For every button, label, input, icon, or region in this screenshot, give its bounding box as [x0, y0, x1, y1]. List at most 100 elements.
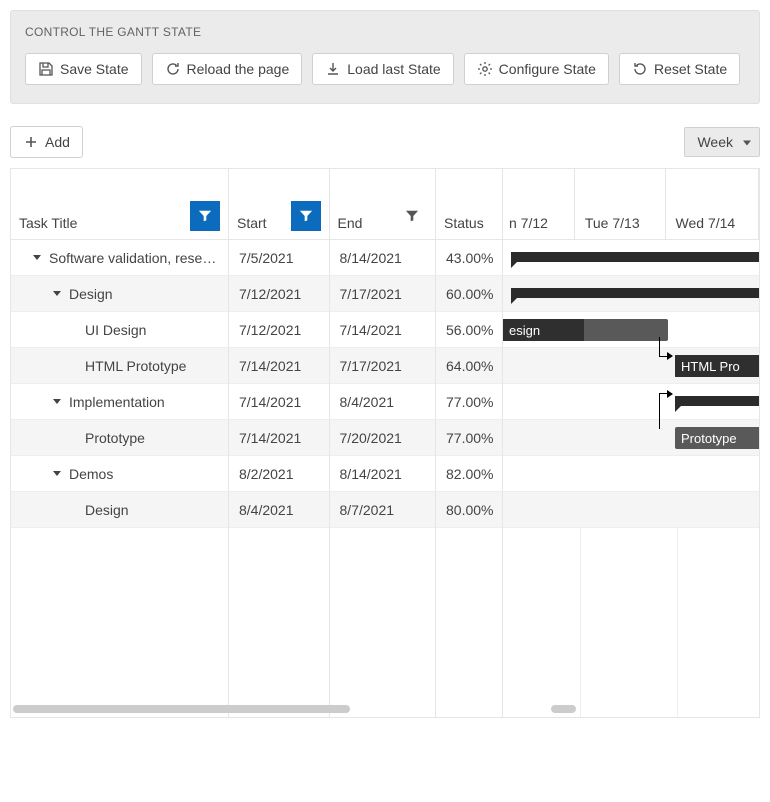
timeline-hscroll-thumb[interactable] [551, 705, 576, 713]
task-bar-label: Prototype [681, 431, 737, 446]
task-bar[interactable]: esign [503, 319, 668, 341]
summary-bar[interactable] [511, 288, 759, 298]
task-end-cell[interactable]: 8/14/2021 [330, 240, 435, 276]
task-title-text: Software validation, resea… [49, 250, 218, 266]
task-start-cell[interactable]: 8/4/2021 [229, 492, 329, 528]
chevron-down-icon[interactable] [53, 291, 61, 296]
save-state-label: Save State [60, 61, 129, 77]
dependency-line [659, 393, 672, 429]
task-status-cell[interactable]: 43.00% [436, 240, 502, 276]
scrollbars [11, 705, 759, 715]
timeline-row[interactable] [503, 492, 759, 528]
reload-page-button[interactable]: Reload the page [152, 53, 303, 85]
task-status-cell[interactable]: 80.00% [436, 492, 502, 528]
gear-icon [477, 61, 493, 77]
save-state-button[interactable]: Save State [25, 53, 142, 85]
task-title-text: Design [69, 286, 113, 302]
task-status-cell[interactable]: 77.00% [436, 384, 502, 420]
panel-title: CONTROL THE GANTT STATE [25, 25, 745, 39]
task-bar[interactable]: HTML Pro [675, 355, 759, 377]
plus-icon [23, 134, 39, 150]
timeline-row[interactable] [503, 456, 759, 492]
task-title-cell[interactable]: Demos [11, 456, 228, 492]
view-select-value: Week [697, 134, 733, 150]
chevron-down-icon[interactable] [53, 399, 61, 404]
task-end-cell[interactable]: 8/7/2021 [330, 492, 435, 528]
task-title-cell[interactable]: Design [11, 276, 228, 312]
filter-title-button[interactable] [190, 201, 220, 231]
filter-icon [405, 209, 419, 223]
timeline-day-1: Tue 7/13 [575, 169, 666, 239]
task-end-cell[interactable]: 7/20/2021 [330, 420, 435, 456]
summary-bar[interactable] [511, 252, 759, 262]
column-start-header[interactable]: Start [229, 169, 329, 240]
task-status-cell[interactable]: 82.00% [436, 456, 502, 492]
timeline-row[interactable]: Prototype [503, 420, 759, 456]
task-end-cell[interactable]: 7/17/2021 [330, 276, 435, 312]
timeline-row[interactable]: HTML Pro [503, 348, 759, 384]
task-bar-label: esign [509, 323, 540, 338]
task-start-cell[interactable]: 7/14/2021 [229, 348, 329, 384]
task-end-cell[interactable]: 8/14/2021 [330, 456, 435, 492]
column-start-label: Start [237, 215, 267, 231]
gantt-toolbar: Add Week [10, 126, 760, 158]
task-title-cell[interactable]: Design [11, 492, 228, 528]
timeline-row[interactable] [503, 276, 759, 312]
task-end-cell[interactable]: 8/4/2021 [330, 384, 435, 420]
task-start-cell[interactable]: 8/2/2021 [229, 456, 329, 492]
reload-icon [165, 61, 181, 77]
task-status-cell[interactable]: 56.00% [436, 312, 502, 348]
task-start-cell[interactable]: 7/14/2021 [229, 384, 329, 420]
task-title-cell[interactable]: Software validation, resea… [11, 240, 228, 276]
filter-end-button[interactable] [397, 201, 427, 231]
task-start-cell[interactable]: 7/14/2021 [229, 420, 329, 456]
filter-icon [198, 209, 212, 223]
timeline-header: n 7/12 Tue 7/13 Wed 7/14 [503, 169, 759, 240]
grid-hscroll-thumb[interactable] [13, 705, 350, 713]
timeline-row[interactable] [503, 384, 759, 420]
configure-state-button[interactable]: Configure State [464, 53, 609, 85]
task-title-cell[interactable]: UI Design [11, 312, 228, 348]
task-title-text: Implementation [69, 394, 165, 410]
task-title-text: UI Design [85, 322, 146, 338]
column-title-header[interactable]: Task Title [11, 169, 228, 240]
task-end-cell[interactable]: 7/17/2021 [330, 348, 435, 384]
add-button[interactable]: Add [10, 126, 83, 158]
task-status-cell[interactable]: 60.00% [436, 276, 502, 312]
reset-icon [632, 61, 648, 77]
download-icon [325, 61, 341, 77]
load-state-label: Load last State [347, 61, 440, 77]
column-end-header[interactable]: End [330, 169, 435, 240]
summary-bar[interactable] [675, 396, 759, 406]
task-start-cell[interactable]: 7/12/2021 [229, 276, 329, 312]
column-status-header[interactable]: Status [436, 169, 502, 240]
timeline-day-2: Wed 7/14 [666, 169, 759, 239]
task-start-cell[interactable]: 7/5/2021 [229, 240, 329, 276]
load-state-button[interactable]: Load last State [312, 53, 453, 85]
task-end-cell[interactable]: 7/14/2021 [330, 312, 435, 348]
task-title-cell[interactable]: HTML Prototype [11, 348, 228, 384]
task-bar[interactable]: Prototype [675, 427, 759, 449]
gantt-container: Task Title Software validation, resea… De… [10, 168, 760, 718]
gantt-timeline[interactable]: n 7/12 Tue 7/13 Wed 7/14 esign HTML Pro Pr… [503, 169, 759, 717]
save-icon [38, 61, 54, 77]
view-select[interactable]: Week [684, 127, 760, 157]
gantt-grid: Task Title Software validation, resea… De… [11, 169, 503, 717]
chevron-down-icon[interactable] [33, 255, 41, 260]
column-start: Start 7/5/20217/12/20217/12/20217/14/202… [229, 169, 330, 717]
arrow-icon [667, 352, 673, 360]
chevron-down-icon[interactable] [53, 471, 61, 476]
reset-state-button[interactable]: Reset State [619, 53, 740, 85]
control-panel: CONTROL THE GANTT STATE Save State Reloa… [10, 10, 760, 104]
column-title: Task Title Software validation, resea… De… [11, 169, 229, 717]
timeline-row[interactable]: esign [503, 312, 759, 348]
task-title-cell[interactable]: Implementation [11, 384, 228, 420]
filter-start-button[interactable] [291, 201, 321, 231]
filter-icon [299, 209, 313, 223]
timeline-row[interactable] [503, 240, 759, 276]
task-start-cell[interactable]: 7/12/2021 [229, 312, 329, 348]
task-status-cell[interactable]: 77.00% [436, 420, 502, 456]
task-status-cell[interactable]: 64.00% [436, 348, 502, 384]
task-title-cell[interactable]: Prototype [11, 420, 228, 456]
task-title-text: Demos [69, 466, 113, 482]
